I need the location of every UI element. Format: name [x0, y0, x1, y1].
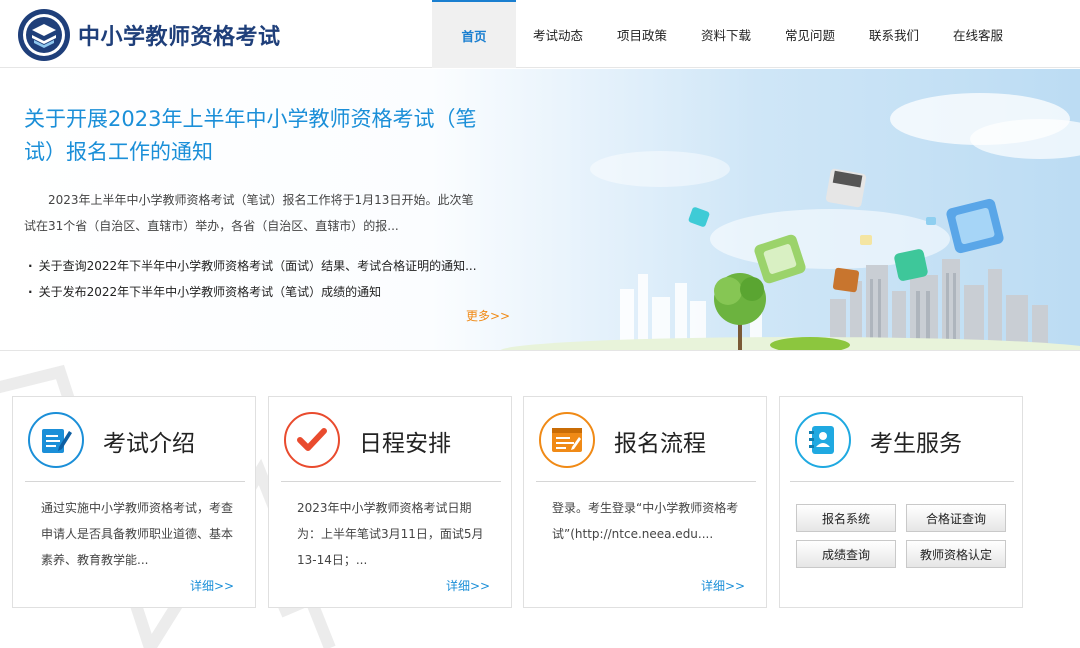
site-logo[interactable] — [16, 8, 72, 62]
news-item[interactable]: 关于查询2022年下半年中小学教师资格考试（面试）结果、考试合格证明的通知... — [28, 253, 498, 279]
card-more-link[interactable]: 详细>> — [446, 577, 490, 594]
nav-item-exam-news[interactable]: 考试动态 — [516, 0, 600, 68]
nav-item-contact[interactable]: 联系我们 — [852, 0, 936, 68]
card-exam-intro: 考试介绍 通过实施中小学教师资格考试，考查申请人是否具备教师职业道德、基本素养、… — [12, 396, 256, 608]
card-text: 2023年中小学教师资格考试日期为：上半年笔试3月11日，面试5月13-14日；… — [297, 501, 484, 567]
nav-item-online-service[interactable]: 在线客服 — [936, 0, 1020, 68]
card-more-link[interactable]: 详细>> — [701, 577, 745, 594]
card-text: 通过实施中小学教师资格考试，考查申请人是否具备教师职业道德、基本素养、教育教学能… — [41, 501, 234, 567]
card-title[interactable]: 报名流程 — [614, 424, 706, 458]
card-divider — [790, 481, 1014, 482]
card-registration-process: 报名流程 登录。考生登录“中小学教师资格考试”(http://ntce.neea… — [523, 396, 767, 608]
card-candidate-services: 考生服务 报名系统 合格证查询 成绩查询 教师资格认定 — [779, 396, 1023, 608]
card-schedule: 日程安排 2023年中小学教师资格考试日期为：上半年笔试3月11日，面试5月13… — [268, 396, 512, 608]
registration-system-button[interactable]: 报名系统 — [796, 504, 896, 532]
nav-item-policy[interactable]: 项目政策 — [600, 0, 684, 68]
headline-summary: 2023年上半年中小学教师资格考试（笔试）报名工作将于1月13日开始。此次笔试在… — [24, 193, 474, 233]
card-icon-wrapper — [28, 412, 84, 468]
edit-document-icon — [42, 429, 72, 453]
card-text: 登录。考生登录“中小学教师资格考试”(http://ntce.neea.edu.… — [552, 501, 739, 541]
teacher-certification-button[interactable]: 教师资格认定 — [906, 540, 1006, 568]
news-item[interactable]: 关于发布2022年下半年中小学教师资格考试（笔试）成绩的通知 — [28, 279, 498, 305]
headline-link[interactable]: 关于开展2023年上半年中小学教师资格考试（笔试）报名工作的通知 — [24, 103, 494, 169]
nav-item-downloads[interactable]: 资料下载 — [684, 0, 768, 68]
certificate-query-button[interactable]: 合格证查询 — [906, 504, 1006, 532]
card-more-link[interactable]: 详细>> — [190, 577, 234, 594]
news-list: 关于查询2022年下半年中小学教师资格考试（面试）结果、考试合格证明的通知...… — [28, 253, 498, 305]
nav-item-faq[interactable]: 常见问题 — [768, 0, 852, 68]
score-query-button[interactable]: 成绩查询 — [796, 540, 896, 568]
card-divider — [25, 481, 245, 482]
banner-illustration — [500, 93, 1080, 350]
card-icon-wrapper — [795, 412, 851, 468]
card-divider — [536, 481, 756, 482]
checkmark-icon — [297, 428, 327, 451]
hero-banner: 关于开展2023年上半年中小学教师资格考试（笔试）报名工作的通知 2023年上半… — [0, 69, 1080, 351]
book-emblem-icon — [18, 9, 70, 61]
site-title[interactable]: 中小学教师资格考试 — [78, 19, 281, 51]
nav-item-home[interactable]: 首页 — [432, 0, 516, 68]
main-nav: 首页 考试动态 项目政策 资料下载 常见问题 联系我们 在线客服 — [432, 0, 1020, 68]
card-title[interactable]: 考试介绍 — [103, 424, 195, 458]
contact-book-icon — [809, 426, 834, 454]
card-icon-wrapper — [539, 412, 595, 468]
form-window-icon — [552, 428, 582, 452]
site-header: 中小学教师资格考试 首页 考试动态 项目政策 资料下载 常见问题 联系我们 在线… — [0, 0, 1080, 68]
card-title[interactable]: 考生服务 — [870, 424, 962, 458]
more-news-link[interactable]: 更多>> — [466, 307, 510, 324]
card-icon-wrapper — [284, 412, 340, 468]
card-divider — [281, 481, 501, 482]
card-title[interactable]: 日程安排 — [359, 424, 451, 458]
